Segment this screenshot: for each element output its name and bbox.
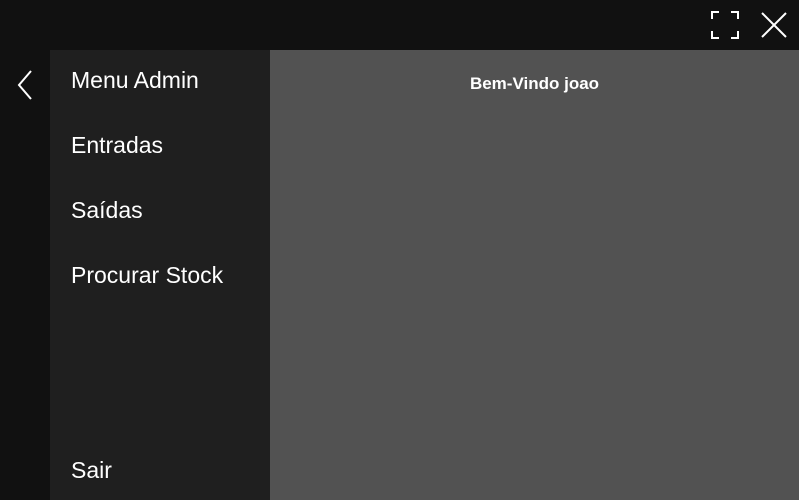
chevron-left-icon xyxy=(17,70,32,100)
title-bar xyxy=(0,0,799,50)
fullscreen-icon xyxy=(711,11,739,39)
close-button[interactable] xyxy=(749,0,799,50)
menu-item-saidas[interactable]: Saídas xyxy=(71,195,143,225)
menu-item-entradas[interactable]: Entradas xyxy=(71,130,163,160)
menu-item-procurar-stock[interactable]: Procurar Stock xyxy=(71,260,223,290)
back-button[interactable] xyxy=(0,60,50,110)
fullscreen-button[interactable] xyxy=(700,0,750,50)
menu-item-menu-admin[interactable]: Menu Admin xyxy=(71,65,199,95)
close-icon xyxy=(761,12,787,38)
welcome-message: Bem-Vindo joao xyxy=(469,74,600,93)
sidebar-menu: Menu Admin Entradas Saídas Procurar Stoc… xyxy=(50,50,270,500)
content-area: Bem-Vindo joao xyxy=(270,50,799,500)
left-strip xyxy=(0,50,50,500)
menu-item-sair[interactable]: Sair xyxy=(71,455,112,485)
